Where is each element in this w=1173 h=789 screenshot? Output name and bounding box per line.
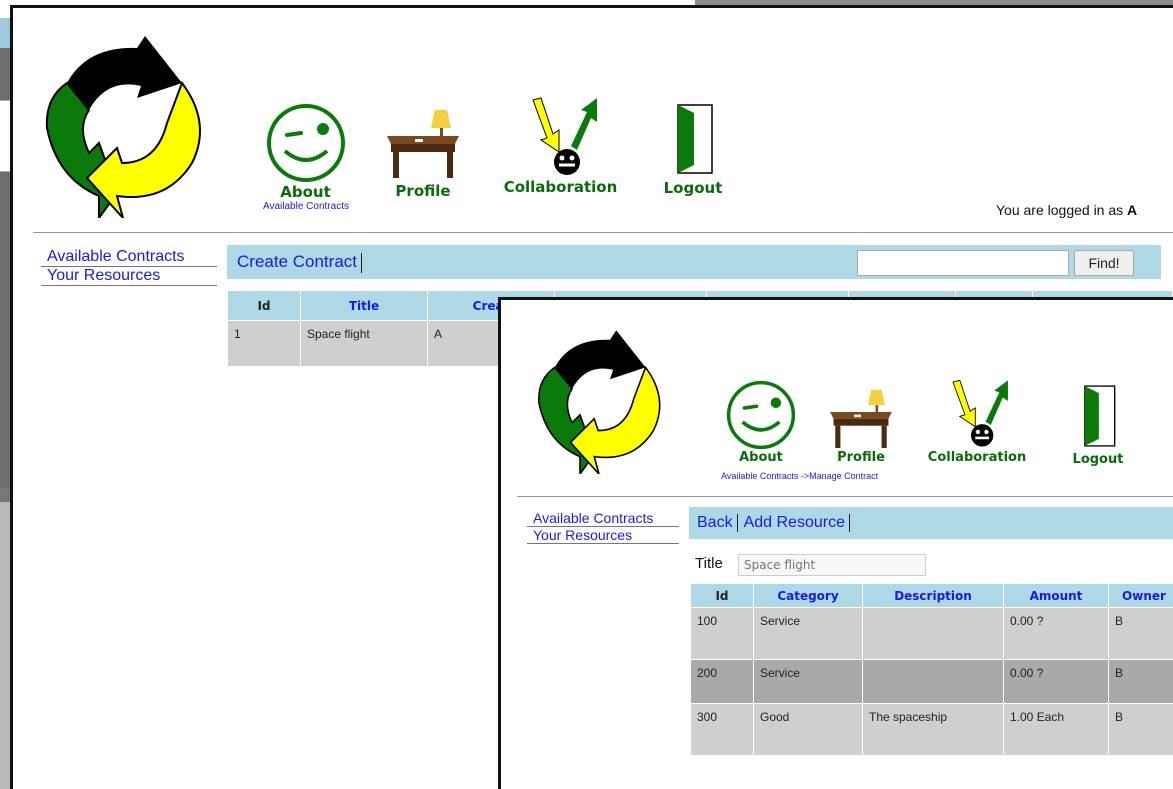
login-prefix: You are logged in as [996, 202, 1128, 218]
column-header-id[interactable]: Id [227, 290, 301, 321]
cell-owner: B [1108, 659, 1173, 704]
collaboration-arrows-icon [531, 97, 597, 175]
nav-profile-label: Profile [837, 450, 885, 465]
smiley-wink-icon [726, 380, 796, 450]
manage-contract-window: About Available Contracts ->Manage Contr… [498, 297, 1173, 789]
cell-category: Service [753, 659, 863, 704]
column-header-amount[interactable]: Amount [1003, 583, 1109, 608]
cell-id: 200 [690, 659, 754, 704]
column-header-title[interactable]: Title [300, 290, 428, 321]
create-contract-link[interactable]: Create Contract [237, 252, 357, 271]
nav-about-label: About [280, 183, 331, 201]
cell-amount: 0.00 ? [1003, 607, 1109, 660]
find-button[interactable]: Find! [1074, 250, 1134, 276]
sidebar: Available Contracts Your Resources [41, 248, 217, 286]
cell-owner: B [1108, 607, 1173, 660]
cell-description [862, 607, 1004, 660]
door-icon [677, 104, 713, 174]
search-input[interactable] [857, 250, 1069, 276]
nav-about-label: About [739, 450, 783, 465]
column-header-description[interactable]: Description [862, 583, 1004, 608]
cell-id: 300 [690, 703, 754, 756]
table-row[interactable]: 300 Good The spaceship 1.00 Each B [690, 703, 1173, 756]
table-row[interactable]: 100 Service 0.00 ? B [690, 607, 1173, 660]
nav-logout[interactable]: Logout [658, 103, 728, 197]
title-field[interactable] [738, 554, 926, 576]
column-header-id[interactable]: Id [690, 583, 754, 608]
cell-category: Service [753, 607, 863, 660]
cell-category: Good [753, 703, 863, 756]
nav-logout-label: Logout [663, 179, 723, 197]
nav-profile[interactable]: Profile [826, 388, 896, 465]
nav-profile[interactable]: Profile [383, 108, 463, 200]
desk-lamp-icon [387, 110, 459, 178]
cell-description [862, 659, 1004, 704]
nav-logout[interactable]: Logout [1063, 384, 1133, 467]
title-label: Title [695, 555, 723, 572]
sidebar: Available Contracts Your Resources [527, 510, 679, 544]
nav-collaboration-label: Collaboration [503, 178, 618, 196]
breadcrumb-manage-contract[interactable]: Manage Contract [809, 471, 878, 481]
table-row[interactable]: 200 Service 0.00 ? B [690, 659, 1173, 704]
cell-description: The spaceship [862, 703, 1004, 756]
nav-collaboration[interactable]: Collaboration [921, 378, 1033, 465]
breadcrumb: Available Contracts [263, 201, 349, 212]
toolbar-actions: Back Add Resource [697, 514, 856, 532]
nav-about[interactable]: About [263, 103, 348, 201]
desk-lamp-icon [830, 389, 892, 448]
login-status: You are logged in as A [996, 202, 1137, 218]
nav-about[interactable]: About [719, 380, 803, 465]
toolbar-separator [848, 514, 850, 532]
cell-amount: 1.00 Each [1003, 703, 1109, 756]
breadcrumb-separator: -> [798, 471, 810, 481]
login-user: A [1127, 202, 1138, 218]
resources-table: Id Category Description Amount Owner 100… [690, 583, 1173, 756]
cell-id: 1 [227, 320, 301, 367]
toolbar-separator [361, 252, 362, 273]
breadcrumb-available-contracts[interactable]: Available Contracts [721, 471, 798, 481]
collaboration-arrows-icon [952, 379, 1008, 447]
nav-collaboration[interactable]: Collaboration [498, 96, 623, 196]
nav-logout-label: Logout [1072, 452, 1124, 467]
cell-id: 100 [690, 607, 754, 660]
back-link[interactable]: Back [697, 514, 733, 531]
header-divider [517, 496, 1173, 497]
nav-profile-label: Profile [395, 182, 451, 200]
cell-amount: 0.00 ? [1003, 659, 1109, 704]
toolbar-separator [736, 514, 738, 532]
nav-collaboration-label: Collaboration [927, 450, 1027, 465]
add-resource-link[interactable]: Add Resource [744, 514, 845, 531]
recycle-logo [538, 330, 661, 474]
smiley-wink-icon [266, 104, 345, 182]
header-divider [33, 232, 1173, 233]
cell-title: Space flight [300, 320, 428, 367]
sidebar-item-your-resources[interactable]: Your Resources [527, 527, 679, 544]
toolbar: Back Add Resource [689, 507, 1173, 539]
door-icon [1084, 385, 1116, 447]
cell-owner: B [1108, 703, 1173, 756]
recycle-logo [45, 36, 201, 218]
sidebar-item-your-resources[interactable]: Your Resources [41, 267, 217, 286]
breadcrumb: Available Contracts ->Manage Contract [721, 471, 878, 481]
column-header-category[interactable]: Category [753, 583, 863, 608]
breadcrumb-available-contracts[interactable]: Available Contracts [263, 201, 349, 212]
sidebar-item-available-contracts[interactable]: Available Contracts [41, 248, 217, 267]
sidebar-item-available-contracts[interactable]: Available Contracts [527, 510, 679, 527]
toolbar-actions: Create Contract [237, 252, 368, 273]
column-header-owner[interactable]: Owner [1108, 583, 1173, 608]
